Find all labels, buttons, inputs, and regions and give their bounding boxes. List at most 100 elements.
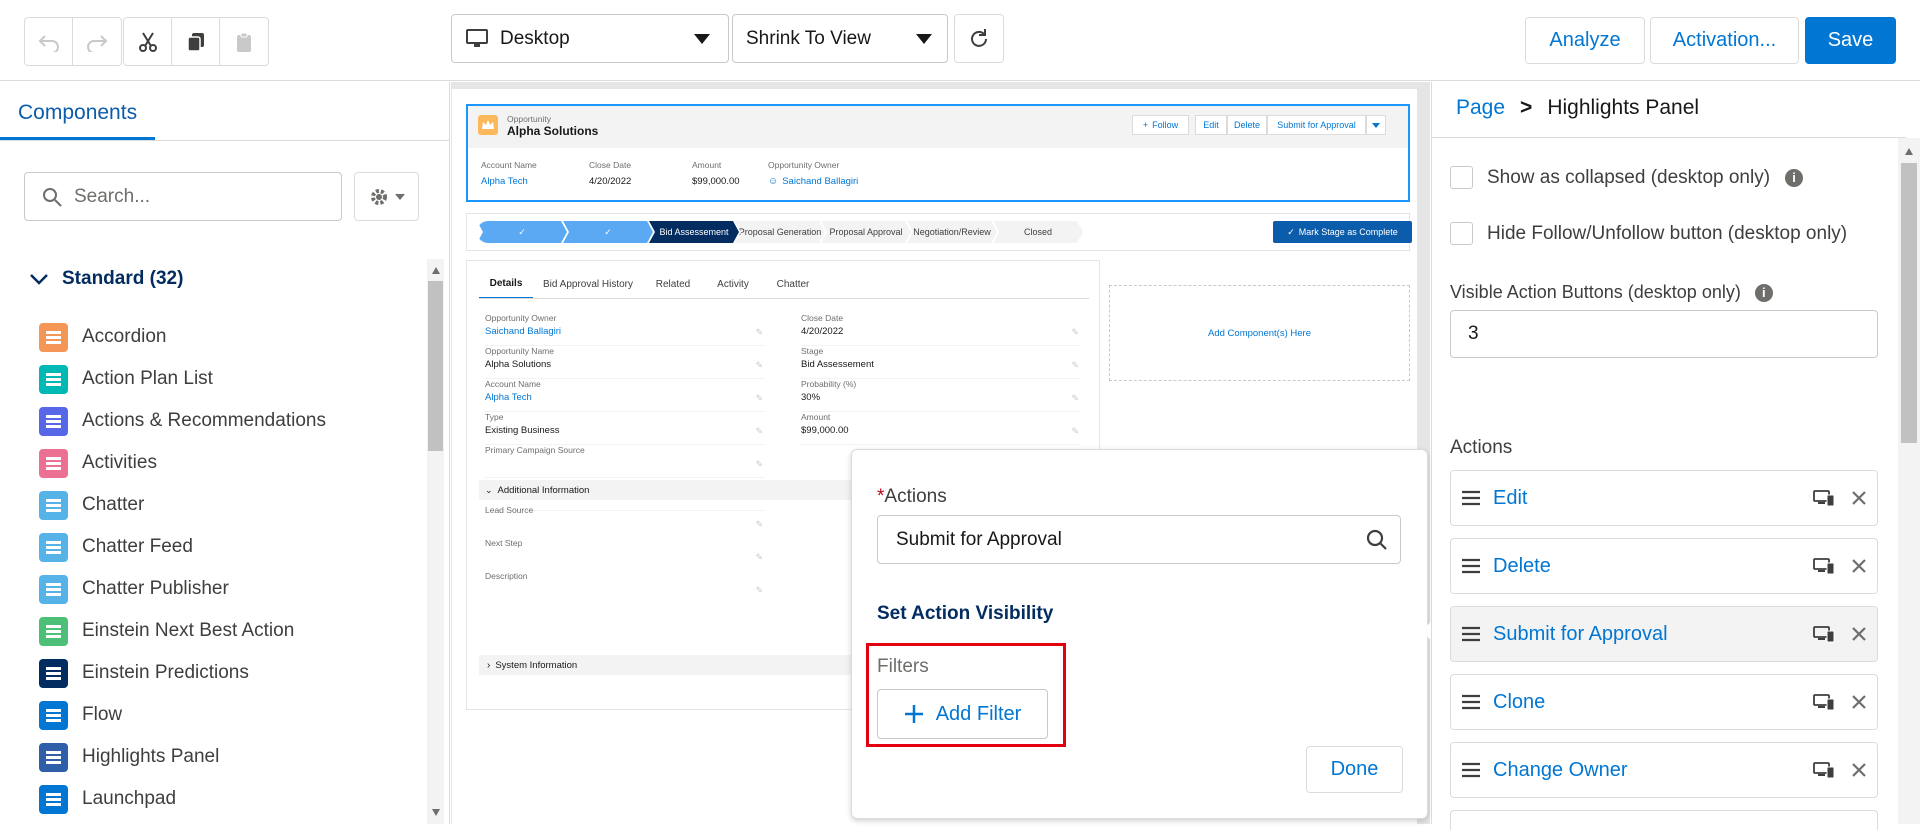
- mark-stage-complete-button[interactable]: ✓ Mark Stage as Complete: [1273, 221, 1412, 243]
- save-button[interactable]: Save: [1805, 17, 1896, 64]
- cut-button[interactable]: [124, 18, 172, 65]
- component-item[interactable]: Action Plan List: [39, 358, 419, 400]
- remove-icon[interactable]: [1851, 762, 1867, 778]
- component-item[interactable]: Chatter: [39, 484, 419, 526]
- component-item[interactable]: Highlights Panel: [39, 736, 419, 778]
- standard-section-toggle[interactable]: Standard (32): [30, 268, 183, 290]
- edit-pencil-icon[interactable]: ✎: [1071, 426, 1079, 437]
- view-select[interactable]: Desktop: [451, 14, 729, 63]
- component-item[interactable]: Einstein Predictions: [39, 652, 419, 694]
- edit-pencil-icon[interactable]: ✎: [1071, 327, 1079, 338]
- highlights-panel-preview[interactable]: Opportunity Alpha Solutions + Follow Edit D…: [466, 104, 1410, 202]
- scrollbar-thumb[interactable]: [1901, 163, 1917, 443]
- record-tab[interactable]: Details: [479, 269, 533, 299]
- tab-components[interactable]: Components: [18, 101, 137, 125]
- drag-handle-icon[interactable]: [1461, 558, 1481, 574]
- path-stage[interactable]: Bid Assessement: [649, 221, 739, 243]
- action-row[interactable]: Clone: [1450, 674, 1878, 730]
- edit-pencil-icon[interactable]: ✎: [755, 393, 763, 404]
- record-tab[interactable]: Bid Approval History: [533, 269, 643, 299]
- info-icon[interactable]: i: [1754, 283, 1773, 302]
- edit-pencil-icon[interactable]: ✎: [755, 327, 763, 338]
- device-visibility-icon[interactable]: [1813, 489, 1835, 507]
- remove-icon[interactable]: [1851, 626, 1867, 642]
- path-stage[interactable]: ✓: [477, 221, 567, 243]
- edit-pencil-icon[interactable]: ✎: [1071, 360, 1079, 371]
- highlights-button[interactable]: Delete: [1227, 115, 1267, 135]
- add-filter-button[interactable]: Add Filter: [877, 689, 1048, 739]
- activation-button[interactable]: Activation...: [1650, 17, 1799, 64]
- done-button[interactable]: Done: [1306, 746, 1403, 793]
- breadcrumb-page-link[interactable]: Page: [1456, 96, 1505, 120]
- component-list-scrollbar[interactable]: [427, 259, 444, 824]
- settings-menu-button[interactable]: [354, 172, 419, 221]
- analyze-button[interactable]: Analyze: [1525, 17, 1645, 64]
- drag-handle-icon[interactable]: [1461, 626, 1481, 642]
- highlights-field-value[interactable]: ☺ Saichand Ballagiri: [768, 176, 858, 187]
- add-component-dropzone[interactable]: Add Component(s) Here: [1109, 285, 1410, 381]
- component-item[interactable]: Chatter Feed: [39, 526, 419, 568]
- scrollbar-thumb[interactable]: [428, 281, 443, 451]
- drag-handle-icon[interactable]: [1461, 490, 1481, 506]
- remove-icon[interactable]: [1851, 490, 1867, 506]
- actions-lookup-input[interactable]: Submit for Approval: [877, 515, 1401, 564]
- edit-pencil-icon[interactable]: ✎: [755, 519, 763, 530]
- component-item[interactable]: Actions & Recommendations: [39, 400, 419, 442]
- device-visibility-icon[interactable]: [1813, 761, 1835, 779]
- edit-pencil-icon[interactable]: ✎: [755, 552, 763, 563]
- device-visibility-icon[interactable]: [1813, 557, 1835, 575]
- edit-pencil-icon[interactable]: ✎: [755, 426, 763, 437]
- more-actions-button[interactable]: [1366, 115, 1386, 135]
- path-stage[interactable]: ✓: [563, 221, 653, 243]
- info-icon[interactable]: i: [1785, 168, 1804, 187]
- component-item[interactable]: Flow: [39, 694, 419, 736]
- zoom-select[interactable]: Shrink To View: [732, 14, 948, 63]
- record-tab[interactable]: Related: [643, 269, 703, 299]
- search-input[interactable]: Search...: [24, 172, 342, 221]
- action-row[interactable]: Change Owner: [1450, 742, 1878, 798]
- record-tab[interactable]: Activity: [703, 269, 763, 299]
- hide-follow-checkbox[interactable]: [1450, 222, 1473, 245]
- action-row[interactable]: Submit for Approval: [1450, 606, 1878, 662]
- visible-buttons-input[interactable]: 3: [1450, 310, 1878, 358]
- highlights-button[interactable]: Edit: [1195, 115, 1227, 135]
- action-row-partial[interactable]: [1450, 810, 1878, 830]
- detail-field-value[interactable]: Alpha Tech: [485, 392, 765, 403]
- properties-scrollbar[interactable]: [1898, 138, 1920, 824]
- highlights-field-value[interactable]: Alpha Tech: [481, 176, 537, 187]
- path-stage[interactable]: Proposal Approval: [821, 221, 911, 243]
- component-item[interactable]: Chatter Publisher: [39, 568, 419, 610]
- action-row[interactable]: Delete: [1450, 538, 1878, 594]
- edit-pencil-icon[interactable]: ✎: [755, 459, 763, 470]
- edit-pencil-icon[interactable]: ✎: [1071, 393, 1079, 404]
- drag-handle-icon[interactable]: [1461, 694, 1481, 710]
- component-item[interactable]: Launchpad: [39, 778, 419, 820]
- drag-handle-icon[interactable]: [1461, 762, 1481, 778]
- component-item[interactable]: Einstein Next Best Action: [39, 610, 419, 652]
- refresh-button[interactable]: [955, 15, 1003, 62]
- path-stage[interactable]: Negotiation/Review: [907, 221, 997, 243]
- redo-button[interactable]: [73, 18, 121, 65]
- device-visibility-icon[interactable]: [1813, 625, 1835, 643]
- component-item[interactable]: Activities: [39, 442, 419, 484]
- section-additional-label: Additional Information: [497, 484, 590, 496]
- device-visibility-icon[interactable]: [1813, 693, 1835, 711]
- paste-button[interactable]: [220, 18, 268, 65]
- highlights-button[interactable]: Submit for Approval: [1267, 115, 1366, 135]
- remove-icon[interactable]: [1851, 694, 1867, 710]
- path-stage[interactable]: Closed: [993, 221, 1083, 243]
- detail-field-value[interactable]: Saichand Ballagiri: [485, 326, 765, 337]
- highlights-button[interactable]: + Follow: [1132, 115, 1189, 135]
- path-stage[interactable]: Proposal Generation: [735, 221, 825, 243]
- actions-heading: Actions: [1450, 437, 1513, 458]
- show-collapsed-checkbox[interactable]: [1450, 166, 1473, 189]
- action-row[interactable]: Edit: [1450, 470, 1878, 526]
- record-tab[interactable]: Chatter: [763, 269, 823, 299]
- component-item[interactable]: Accordion: [39, 316, 419, 358]
- edit-pencil-icon[interactable]: ✎: [755, 360, 763, 371]
- detail-field: Account Name Alpha Tech ✎: [485, 379, 765, 412]
- remove-icon[interactable]: [1851, 558, 1867, 574]
- copy-button[interactable]: [172, 18, 220, 65]
- edit-pencil-icon[interactable]: ✎: [755, 585, 763, 596]
- undo-button[interactable]: [25, 18, 73, 65]
